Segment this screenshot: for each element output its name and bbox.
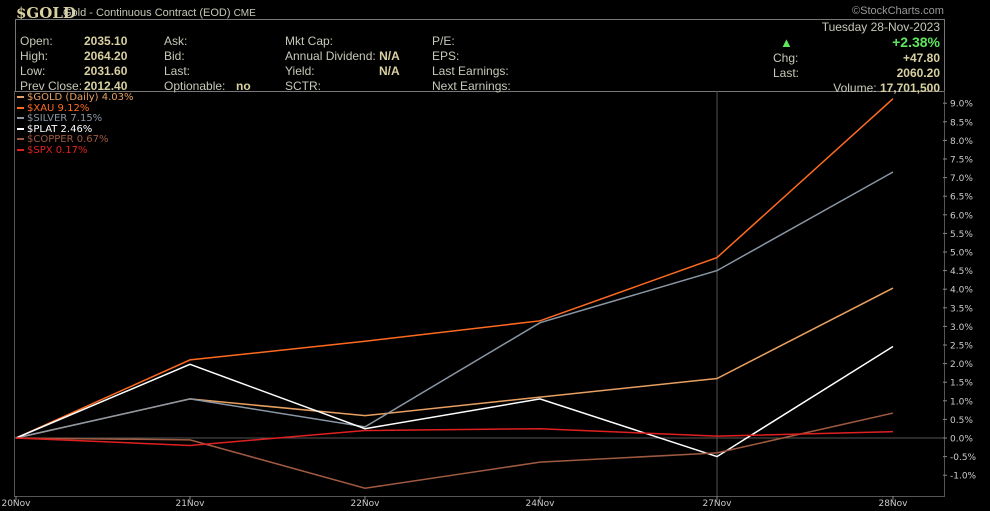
y-tick-label: -1.0%: [950, 472, 977, 482]
y-tick-label: -0.5%: [950, 453, 977, 463]
series-line-2: [15, 171, 894, 439]
y-tick-label: 1.5%: [950, 379, 973, 389]
legend-label: $SPX 0.17%: [27, 144, 88, 156]
y-tick-label: 8.5%: [950, 118, 973, 128]
y-tick-label: 8.0%: [950, 137, 973, 147]
y-tick-label: 3.5%: [950, 304, 973, 314]
x-tick-label: 27Nov: [702, 499, 732, 509]
y-tick-label: 3.0%: [950, 323, 973, 333]
x-tick-label: 22Nov: [350, 499, 380, 509]
y-tick-label: 5.5%: [950, 230, 973, 240]
legend-swatch: [17, 96, 24, 98]
series-line-4: [15, 412, 894, 489]
y-tick-label: 5.0%: [950, 249, 973, 259]
x-tick-label: 21Nov: [175, 499, 205, 509]
chart-svg: 9.0% 8.5% 8.0% 7.5% 7.0% 6.5% 6.0% 5.5% 5.0% 4.5%…: [1, 91, 977, 509]
legend-label: $SILVER 7.15%: [27, 113, 103, 124]
y-tick-label: 7.0%: [950, 174, 973, 184]
y-tick-label: 6.0%: [950, 211, 973, 221]
legend-label: $PLAT 2.46%: [27, 123, 93, 135]
y-tick-label: 9.0%: [950, 100, 973, 110]
legend-item: $SPX 0.17%: [17, 144, 133, 157]
legend-swatch: [17, 148, 24, 151]
legend-label: $XAU 9.12%: [27, 102, 90, 114]
y-tick-label: 2.5%: [950, 342, 973, 352]
y-tick-label: 0.5%: [950, 416, 973, 426]
y-tick-label: 7.5%: [950, 156, 973, 166]
series-line-1: [15, 98, 894, 439]
legend-label: $GOLD (Daily) 4.03%: [27, 92, 134, 103]
legend: $GOLD (Daily) 4.03% $XAU 9.12% $SILVER 7.1…: [17, 92, 134, 157]
y-tick-label: 4.0%: [950, 286, 973, 296]
series-line-0: [15, 287, 894, 439]
x-tick-label: 28Nov: [878, 499, 908, 509]
legend-swatch: [17, 127, 24, 130]
x-tick-label: 20Nov: [1, 499, 31, 509]
x-tick-label: 24Nov: [525, 499, 555, 509]
y-tick-label: 1.0%: [950, 397, 973, 407]
y-tick-label: 0.0%: [950, 435, 973, 445]
y-tick-label: 6.5%: [950, 193, 973, 203]
legend-swatch: [17, 106, 24, 109]
y-tick-label: 2.0%: [950, 360, 973, 370]
legend-swatch: [17, 138, 24, 140]
legend-swatch: [17, 117, 24, 119]
legend-label: $COPPER 0.67%: [27, 134, 109, 145]
y-tick-label: 4.5%: [950, 267, 973, 277]
